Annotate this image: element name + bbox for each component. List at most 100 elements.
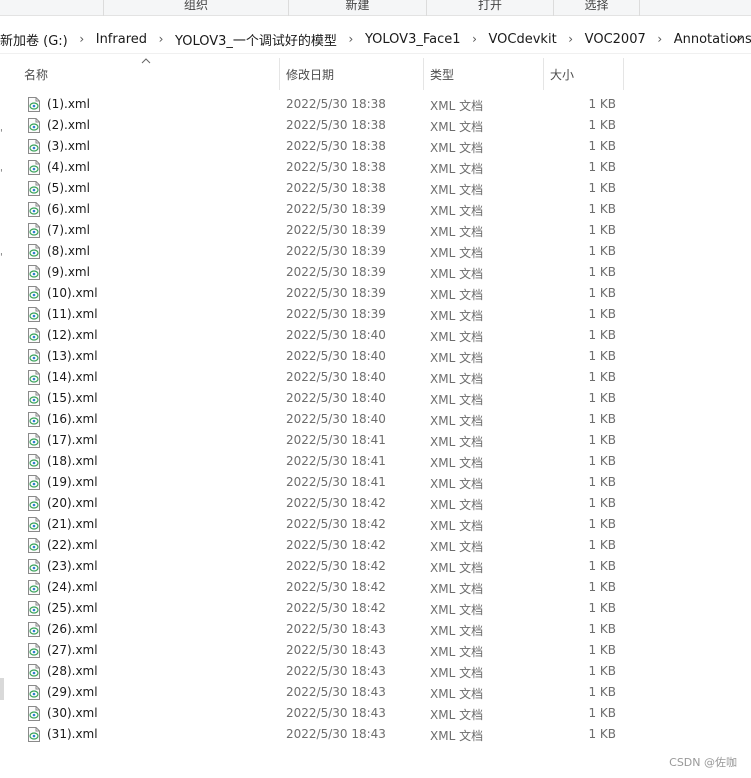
file-row[interactable]: (8).xml 2022/5/30 18:39 XML 文档 1 KB [0,241,751,262]
file-row[interactable]: (28).xml 2022/5/30 18:43 XML 文档 1 KB [0,661,751,682]
file-name: (14).xml [47,370,98,384]
file-row[interactable]: (27).xml 2022/5/30 18:43 XML 文档 1 KB [0,640,751,661]
column-headers: 名称 修改日期 类型 大小 [18,58,751,90]
column-header-name[interactable]: 名称 [18,58,280,90]
xml-file-icon [28,727,40,742]
column-header-size[interactable]: 大小 [544,58,624,90]
file-row[interactable]: (25).xml 2022/5/30 18:42 XML 文档 1 KB [0,598,751,619]
file-row[interactable]: (11).xml 2022/5/30 18:39 XML 文档 1 KB [0,304,751,325]
column-header-date[interactable]: 修改日期 [280,58,424,90]
file-type: XML 文档 [430,162,484,176]
chevron-right-icon[interactable]: › [651,32,669,46]
xml-file-icon [28,580,40,595]
file-date: 2022/5/30 18:38 [286,160,386,174]
xml-file-icon [28,559,40,574]
file-size: 1 KB [588,286,616,300]
file-type: XML 文档 [430,267,484,281]
file-row[interactable]: (21).xml 2022/5/30 18:42 XML 文档 1 KB [0,514,751,535]
file-row[interactable]: (24).xml 2022/5/30 18:42 XML 文档 1 KB [0,577,751,598]
xml-file-icon [28,496,40,511]
file-size: 1 KB [588,391,616,405]
ribbon-group-new-label: 新建 [345,0,370,12]
xml-file-icon [28,370,40,385]
file-type: XML 文档 [430,120,484,134]
file-row[interactable]: (10).xml 2022/5/30 18:39 XML 文档 1 KB [0,283,751,304]
file-row[interactable]: (30).xml 2022/5/30 18:43 XML 文档 1 KB [0,703,751,724]
file-row[interactable]: (4).xml 2022/5/30 18:38 XML 文档 1 KB [0,157,751,178]
breadcrumb-voc2007[interactable]: VOC2007 [580,32,651,47]
file-date: 2022/5/30 18:41 [286,454,386,468]
file-name: (15).xml [47,391,98,405]
breadcrumb-vocdevkit[interactable]: VOCdevkit [484,32,562,47]
file-date: 2022/5/30 18:42 [286,580,386,594]
file-date: 2022/5/30 18:40 [286,370,386,384]
file-name: (9).xml [47,265,90,279]
chevron-right-icon[interactable]: › [73,32,91,46]
file-date: 2022/5/30 18:40 [286,328,386,342]
file-size: 1 KB [588,601,616,615]
chevron-right-icon[interactable]: › [342,32,360,46]
file-row[interactable]: (26).xml 2022/5/30 18:43 XML 文档 1 KB [0,619,751,640]
file-name: (30).xml [47,706,98,720]
file-row[interactable]: (17).xml 2022/5/30 18:41 XML 文档 1 KB [0,430,751,451]
xml-file-icon [28,517,40,532]
file-row[interactable]: (13).xml 2022/5/30 18:40 XML 文档 1 KB [0,346,751,367]
address-bar[interactable]: 新加卷 (G:) › Infrared › YOLOV3_一个调试好的模型 › … [0,24,751,54]
xml-file-icon [28,97,40,112]
file-row[interactable]: (6).xml 2022/5/30 18:39 XML 文档 1 KB [0,199,751,220]
file-size: 1 KB [588,160,616,174]
file-row[interactable]: (19).xml 2022/5/30 18:41 XML 文档 1 KB [0,472,751,493]
file-row[interactable]: (7).xml 2022/5/30 18:39 XML 文档 1 KB [0,220,751,241]
ribbon-group-open-label: 打开 [477,0,502,12]
file-row[interactable]: (12).xml 2022/5/30 18:40 XML 文档 1 KB [0,325,751,346]
xml-file-icon [28,244,40,259]
file-row[interactable]: (9).xml 2022/5/30 18:39 XML 文档 1 KB [0,262,751,283]
breadcrumb-face1[interactable]: YOLOV3_Face1 [360,32,466,47]
file-type: XML 文档 [430,309,484,323]
breadcrumb-infrared[interactable]: Infrared [91,32,152,47]
file-type: XML 文档 [430,561,484,575]
file-row[interactable]: (20).xml 2022/5/30 18:42 XML 文档 1 KB [0,493,751,514]
file-row[interactable]: (2).xml 2022/5/30 18:38 XML 文档 1 KB [0,115,751,136]
file-name: (10).xml [47,286,98,300]
file-type: XML 文档 [430,645,484,659]
file-size: 1 KB [588,475,616,489]
file-size: 1 KB [588,223,616,237]
file-name: (19).xml [47,475,98,489]
file-size: 1 KB [588,412,616,426]
xml-file-icon [28,160,40,175]
file-row[interactable]: (22).xml 2022/5/30 18:42 XML 文档 1 KB [0,535,751,556]
column-header-type[interactable]: 类型 [424,58,544,90]
breadcrumb-drive[interactable]: 新加卷 (G:) [0,30,73,49]
file-row[interactable]: (14).xml 2022/5/30 18:40 XML 文档 1 KB [0,367,751,388]
ribbon-group-organize: 组织 [104,0,289,16]
ribbon-group-open: 打开 [427,0,554,16]
file-type: XML 文档 [430,225,484,239]
chevron-right-icon[interactable]: › [562,32,580,46]
file-name: (22).xml [47,538,98,552]
file-row[interactable]: (18).xml 2022/5/30 18:41 XML 文档 1 KB [0,451,751,472]
file-date: 2022/5/30 18:43 [286,727,386,741]
watermark: CSDN @佐咖 [669,756,737,769]
file-date: 2022/5/30 18:43 [286,622,386,636]
chevron-right-icon[interactable]: › [152,32,170,46]
file-row[interactable]: (16).xml 2022/5/30 18:40 XML 文档 1 KB [0,409,751,430]
file-name: (23).xml [47,559,98,573]
file-name: (17).xml [47,433,98,447]
file-row[interactable]: (1).xml 2022/5/30 18:38 XML 文档 1 KB [0,94,751,115]
file-row[interactable]: (15).xml 2022/5/30 18:40 XML 文档 1 KB [0,388,751,409]
file-row[interactable]: (5).xml 2022/5/30 18:38 XML 文档 1 KB [0,178,751,199]
file-size: 1 KB [588,727,616,741]
file-row[interactable]: (31).xml 2022/5/30 18:43 XML 文档 1 KB [0,724,751,745]
file-row[interactable]: (3).xml 2022/5/30 18:38 XML 文档 1 KB [0,136,751,157]
xml-file-icon [28,601,40,616]
file-row[interactable]: (29).xml 2022/5/30 18:43 XML 文档 1 KB [0,682,751,703]
file-date: 2022/5/30 18:38 [286,139,386,153]
breadcrumb-model[interactable]: YOLOV3_一个调试好的模型 [170,30,342,49]
chevron-right-icon[interactable]: › [466,32,484,46]
chevron-down-icon[interactable] [731,32,745,46]
file-name: (5).xml [47,181,90,195]
file-size: 1 KB [588,244,616,258]
file-row[interactable]: (23).xml 2022/5/30 18:42 XML 文档 1 KB [0,556,751,577]
file-type: XML 文档 [430,435,484,449]
